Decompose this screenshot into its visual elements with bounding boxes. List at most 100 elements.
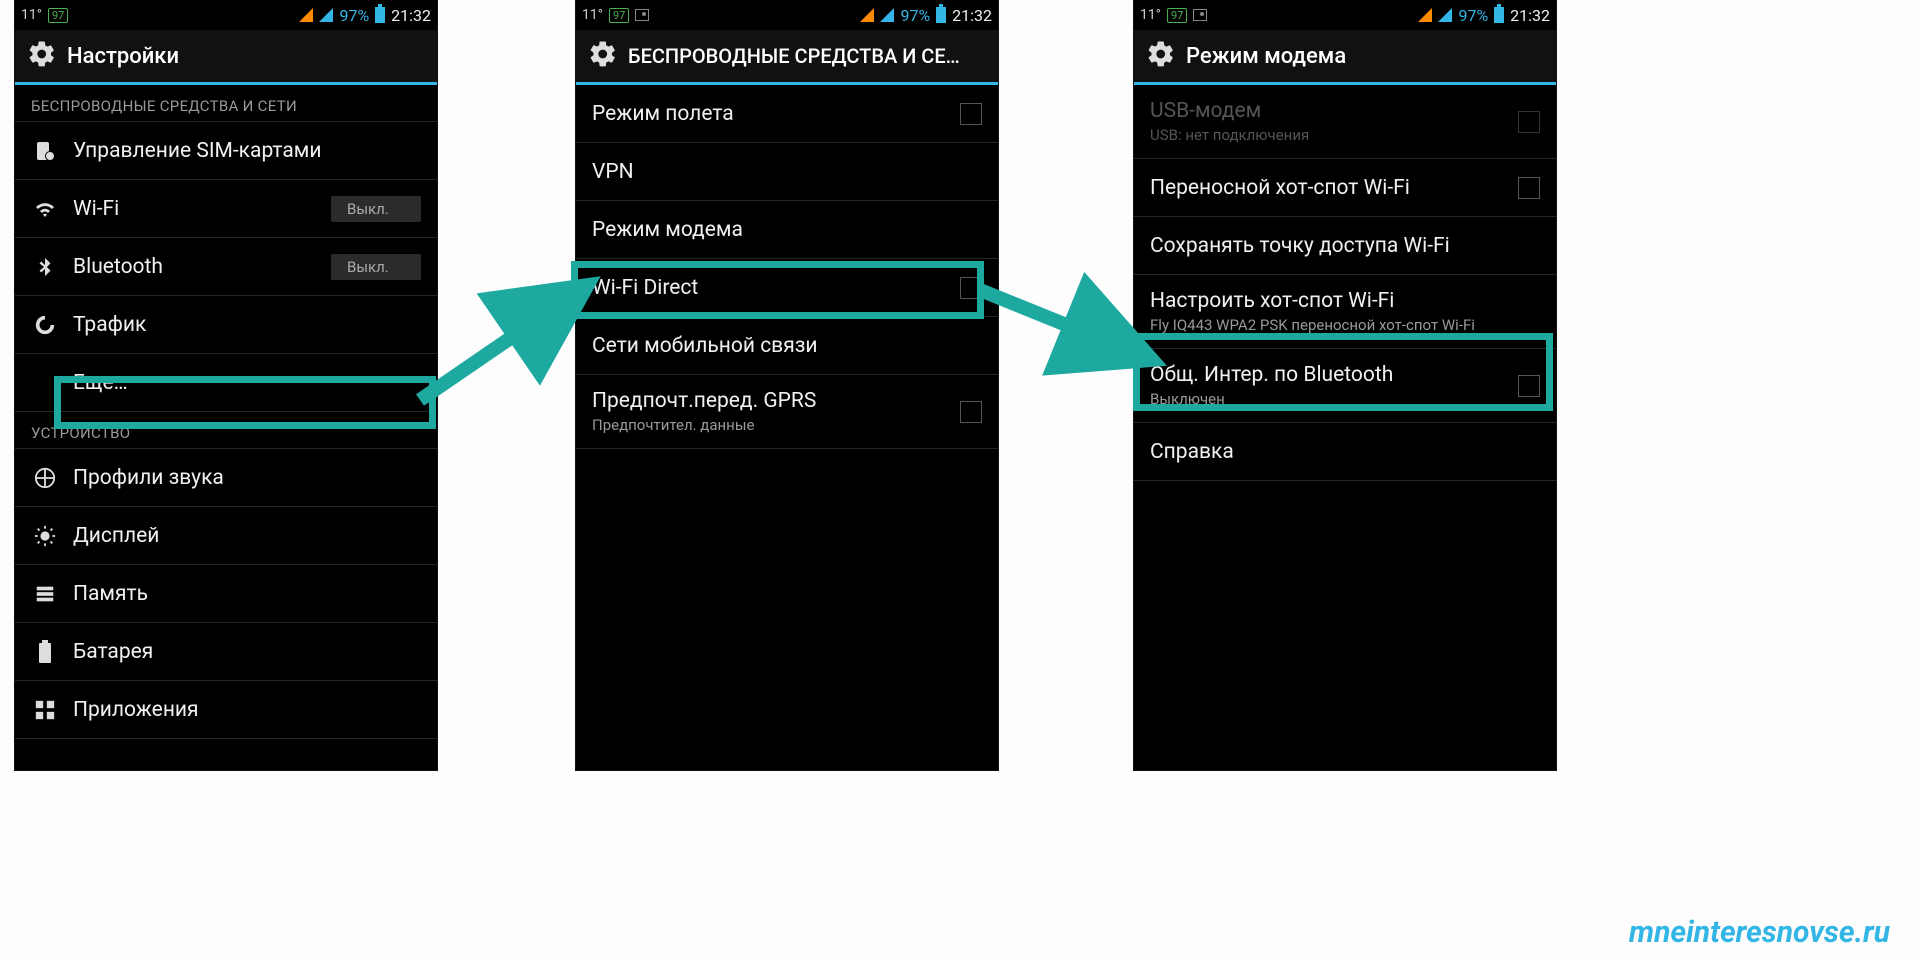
clock: 21:32 [952, 6, 992, 25]
airplane-checkbox[interactable] [960, 103, 982, 125]
gprs-checkbox[interactable] [960, 401, 982, 423]
memory-label: Память [73, 582, 421, 606]
page-title: БЕСПРОВОДНЫЕ СРЕДСТВА И СЕ… [628, 44, 960, 68]
battery-icon [936, 7, 946, 23]
phone-screen-tethering: 11° 97 97% 21:32 Режим модема USB-модем … [1134, 0, 1556, 770]
usb-modem-sub: USB: нет подключения [1150, 126, 1504, 144]
battery-pct: 97% [900, 6, 930, 25]
temperature: 11° [1140, 7, 1161, 23]
airplane-mode-item[interactable]: Режим полета [576, 85, 998, 143]
signal-sim1-icon [860, 8, 874, 22]
page-title: Настройки [67, 44, 179, 69]
bt-tether-sub: Выключен [1150, 390, 1504, 408]
signal-sim2-icon [319, 8, 333, 22]
vpn-item[interactable]: VPN [576, 143, 998, 201]
wifi-toggle[interactable]: Выкл. [331, 196, 421, 222]
help-item[interactable]: Справка [1134, 423, 1556, 481]
phone-screen-wireless: 11° 97 97% 21:32 БЕСПРОВОДНЫЕ СРЕДСТВА И… [576, 0, 998, 770]
section-wireless-header: БЕСПРОВОДНЫЕ СРЕДСТВА И СЕТИ [15, 85, 437, 121]
usb-modem-checkbox [1518, 111, 1540, 133]
tethering-label: Режим модема [592, 218, 982, 242]
wifi-item[interactable]: Wi-Fi Выкл. [15, 180, 437, 238]
bt-tether-label: Общ. Интер. по Bluetooth [1150, 363, 1504, 387]
keep-hotspot-label: Сохранять точку доступа Wi-Fi [1150, 234, 1540, 258]
titlebar: БЕСПРОВОДНЫЕ СРЕДСТВА И СЕ… [576, 30, 998, 85]
portable-hotspot-item[interactable]: Переносной хот-спот Wi-Fi [1134, 159, 1556, 217]
wifi-direct-item[interactable]: Wi-Fi Direct [576, 259, 998, 317]
traffic-item[interactable]: Трафик [15, 296, 437, 354]
battery-menu-icon [31, 640, 59, 664]
portable-hotspot-checkbox[interactable] [1518, 177, 1540, 199]
memory-item[interactable]: Память [15, 565, 437, 623]
mobile-networks-item[interactable]: Сети мобильной связи [576, 317, 998, 375]
watermark: mneinteresnovse.ru [1629, 915, 1890, 950]
temperature: 11° [21, 7, 42, 23]
mobile-networks-label: Сети мобильной связи [592, 334, 982, 358]
brightness-icon [31, 525, 59, 547]
configure-hotspot-label: Настроить хот-спот Wi-Fi [1150, 289, 1540, 313]
battery-item[interactable]: Батарея [15, 623, 437, 681]
signal-sim2-icon [1438, 8, 1452, 22]
portable-hotspot-label: Переносной хот-спот Wi-Fi [1150, 176, 1504, 200]
clock: 21:32 [1510, 6, 1550, 25]
storage-icon [31, 583, 59, 605]
wifi-direct-label: Wi-Fi Direct [592, 276, 946, 300]
configure-hotspot-item[interactable]: Настроить хот-спот Wi-Fi Fly IQ443 WPA2 … [1134, 275, 1556, 349]
bluetooth-icon [31, 256, 59, 278]
screenshot-icon [1193, 9, 1207, 21]
statusbar: 11° 97 97% 21:32 [576, 0, 998, 30]
apps-icon [31, 699, 59, 721]
bt-tether-item[interactable]: Общ. Интер. по Bluetooth Выключен [1134, 349, 1556, 423]
sim-management-item[interactable]: Управление SIM-картами [15, 122, 437, 180]
more-item[interactable]: Еще… [15, 354, 437, 412]
battery-label: Батарея [73, 640, 421, 664]
tethering-item[interactable]: Режим модема [576, 201, 998, 259]
sim-icon [31, 139, 59, 163]
bluetooth-toggle[interactable]: Выкл. [331, 254, 421, 280]
more-label: Еще… [73, 371, 421, 395]
battery-icon [1494, 7, 1504, 23]
titlebar: Настройки [15, 30, 437, 85]
usb-modem-item: USB-модем USB: нет подключения [1134, 85, 1556, 159]
help-label: Справка [1150, 440, 1540, 464]
display-label: Дисплей [73, 524, 421, 548]
sim-label: Управление SIM-картами [73, 139, 421, 163]
section-device-header: УСТРОЙСТВО [15, 412, 437, 448]
vpn-label: VPN [592, 160, 982, 184]
bt-tether-checkbox[interactable] [1518, 375, 1540, 397]
battery-pct: 97% [339, 6, 369, 25]
gprs-pref-item[interactable]: Предпочт.перед. GPRS Предпочтител. данны… [576, 375, 998, 449]
screenshot-icon [635, 9, 649, 21]
usb-modem-label: USB-модем [1150, 99, 1504, 123]
gear-icon [27, 39, 57, 73]
apps-label: Приложения [73, 698, 421, 722]
bluetooth-item[interactable]: Bluetooth Выкл. [15, 238, 437, 296]
wifi-label: Wi-Fi [73, 197, 317, 221]
apps-item[interactable]: Приложения [15, 681, 437, 739]
airplane-label: Режим полета [592, 102, 946, 126]
badge-icon: 97 [609, 8, 629, 23]
signal-sim2-icon [880, 8, 894, 22]
bluetooth-label: Bluetooth [73, 255, 317, 279]
configure-hotspot-sub: Fly IQ443 WPA2 PSK переносной хот-спот W… [1150, 316, 1540, 334]
keep-hotspot-item[interactable]: Сохранять точку доступа Wi-Fi [1134, 217, 1556, 275]
wifi-icon [31, 197, 59, 221]
signal-sim1-icon [299, 8, 313, 22]
phone-screen-settings: 11° 97 97% 21:32 Настройки БЕСПРОВОДНЫЕ … [15, 0, 437, 770]
traffic-label: Трафик [73, 313, 421, 337]
clock: 21:32 [391, 6, 431, 25]
signal-sim1-icon [1418, 8, 1432, 22]
badge-icon: 97 [1167, 8, 1187, 23]
wifi-direct-checkbox[interactable] [960, 277, 982, 299]
display-item[interactable]: Дисплей [15, 507, 437, 565]
sound-icon [31, 467, 59, 489]
temperature: 11° [582, 7, 603, 23]
titlebar: Режим модема [1134, 30, 1556, 85]
data-usage-icon [31, 314, 59, 336]
gprs-label: Предпочт.перед. GPRS [592, 389, 946, 413]
statusbar: 11° 97 97% 21:32 [15, 0, 437, 30]
statusbar: 11° 97 97% 21:32 [1134, 0, 1556, 30]
sound-profiles-item[interactable]: Профили звука [15, 449, 437, 507]
battery-icon [375, 7, 385, 23]
page-title: Режим модема [1186, 44, 1346, 69]
